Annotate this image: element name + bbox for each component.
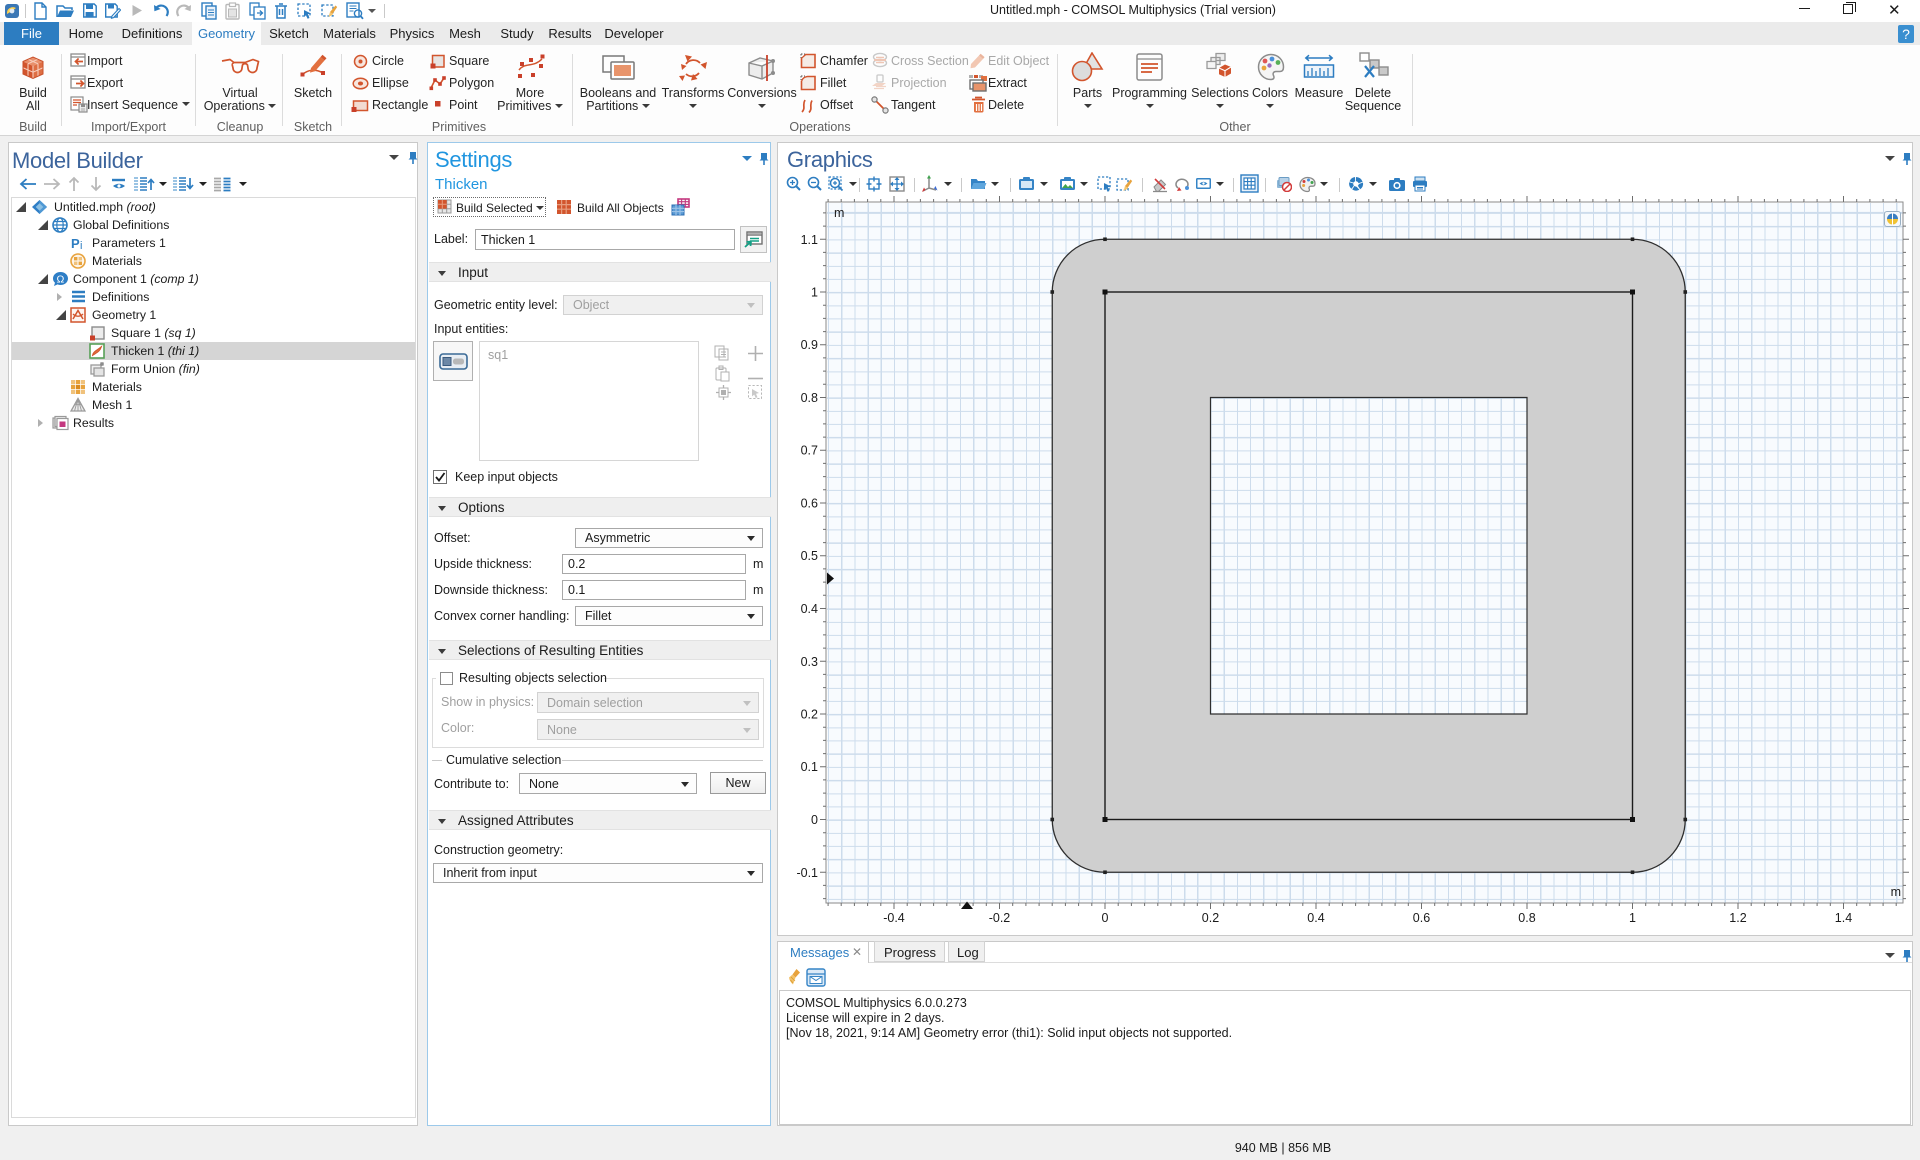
svg-text:0.3: 0.3	[801, 655, 818, 669]
svg-text:0.6: 0.6	[801, 497, 818, 511]
svg-text:0.5: 0.5	[801, 549, 818, 563]
svg-text:-0.4: -0.4	[883, 911, 905, 925]
svg-text:1.4: 1.4	[1835, 911, 1852, 925]
svg-text:1.1: 1.1	[801, 233, 818, 247]
svg-text:1.2: 1.2	[1729, 911, 1746, 925]
svg-text:1: 1	[1629, 911, 1636, 925]
svg-text:0: 0	[811, 813, 818, 827]
svg-text:0.1: 0.1	[801, 760, 818, 774]
svg-text:1: 1	[811, 286, 818, 300]
svg-text:0.2: 0.2	[1202, 911, 1219, 925]
svg-text:0.8: 0.8	[1518, 911, 1535, 925]
svg-text:0.4: 0.4	[1307, 911, 1324, 925]
svg-text:0.4: 0.4	[801, 602, 818, 616]
svg-text:0.8: 0.8	[801, 391, 818, 405]
svg-text:m: m	[1891, 885, 1901, 899]
svg-text:0.7: 0.7	[801, 444, 818, 458]
svg-text:0: 0	[1102, 911, 1109, 925]
svg-text:i: i	[80, 240, 82, 251]
svg-text:0.2: 0.2	[801, 708, 818, 722]
svg-text:0.6: 0.6	[1413, 911, 1430, 925]
svg-text:P: P	[71, 236, 80, 251]
svg-text:-0.1: -0.1	[796, 866, 818, 880]
svg-text:m: m	[834, 206, 844, 220]
svg-text:-0.2: -0.2	[989, 911, 1011, 925]
svg-text:0.9: 0.9	[801, 338, 818, 352]
svg-text:Ω: Ω	[57, 274, 65, 286]
